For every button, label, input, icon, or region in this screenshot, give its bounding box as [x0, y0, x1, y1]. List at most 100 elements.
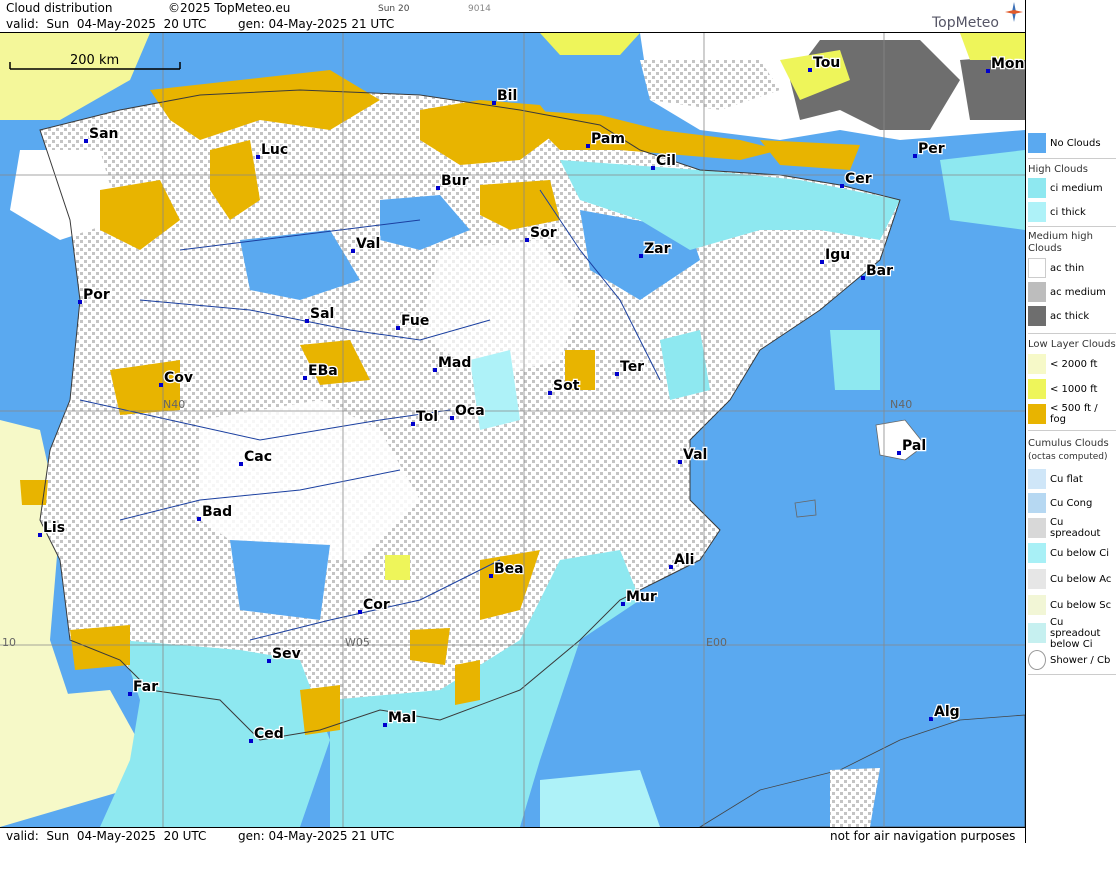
city-marker[interactable]: [239, 462, 243, 466]
swatch: [1028, 595, 1046, 615]
city-label: San: [89, 126, 119, 142]
city-marker[interactable]: [267, 659, 271, 663]
swatch: [1028, 178, 1046, 198]
city-label: Luc: [261, 142, 288, 158]
city-label: EBa: [308, 363, 338, 379]
city-marker[interactable]: [586, 144, 590, 148]
city-marker[interactable]: [411, 422, 415, 426]
city-marker[interactable]: [128, 692, 132, 696]
legend-label: ci thick: [1050, 206, 1086, 218]
city-label: Pal: [902, 438, 926, 454]
city-label: Pam: [591, 131, 625, 147]
footer-bar: valid: Sun 04-May-2025 20 UTC gen: 04-Ma…: [0, 827, 1025, 843]
swatch: [1028, 623, 1046, 643]
city-marker[interactable]: [651, 166, 655, 170]
city-marker[interactable]: [450, 416, 454, 420]
city-marker[interactable]: [84, 139, 88, 143]
city-marker[interactable]: [159, 383, 163, 387]
city-label: Por: [83, 287, 110, 303]
city-marker[interactable]: [639, 254, 643, 258]
city-label: Bad: [202, 504, 232, 520]
city-label: Cer: [845, 171, 872, 187]
city-label: Igu: [825, 247, 850, 263]
city-marker[interactable]: [249, 739, 253, 743]
city-label: Lis: [43, 520, 65, 536]
legend-ac-thin: ac thin: [1028, 257, 1116, 279]
city-marker[interactable]: [913, 154, 917, 158]
city-label: Bar: [866, 263, 893, 279]
legend-label: Cu flat: [1050, 473, 1083, 485]
city-label: Cac: [244, 449, 272, 465]
city-marker[interactable]: [669, 565, 673, 569]
brand-logo-icon: [1005, 2, 1023, 22]
grid-label-w10: 10: [2, 636, 16, 649]
city-label: Sev: [272, 646, 301, 662]
city-label: Bil: [497, 88, 517, 104]
city-marker[interactable]: [436, 186, 440, 190]
city-label: Mal: [388, 710, 416, 726]
low-1000-area: [385, 555, 410, 580]
swatch: [1028, 282, 1046, 302]
legend-label: < 500 ft / fog: [1050, 403, 1098, 425]
legend-label: Cu below Ac: [1050, 573, 1112, 585]
city-marker[interactable]: [525, 238, 529, 242]
swatch: [1028, 258, 1046, 278]
city-marker[interactable]: [621, 602, 625, 606]
city-marker[interactable]: [615, 372, 619, 376]
valid-time: valid: Sun 04-May-2025 20 UTC: [6, 17, 207, 31]
legend-label: Cu Cong: [1050, 497, 1093, 509]
city-marker[interactable]: [678, 460, 682, 464]
city-label: Bur: [441, 173, 469, 189]
cloud-map[interactable]: N40 N40 W05 E00 10 200 km San Luc Bil Pam To…: [0, 33, 1025, 827]
city-marker[interactable]: [197, 517, 201, 521]
city-marker[interactable]: [820, 260, 824, 264]
swatch: [1028, 379, 1046, 399]
city-label: Cor: [363, 597, 390, 613]
swatch: [1028, 354, 1046, 374]
city-marker[interactable]: [358, 610, 362, 614]
swatch: [1028, 202, 1046, 222]
fog-area: [300, 685, 340, 735]
city-marker[interactable]: [897, 451, 901, 455]
city-label: Alg: [934, 704, 960, 720]
city-marker[interactable]: [303, 376, 307, 380]
city-marker[interactable]: [808, 68, 812, 72]
ci-medium-area: [830, 330, 880, 390]
brand-logo-text: TopMeteo: [932, 15, 999, 31]
city-label: Cov: [164, 370, 193, 386]
legend-panel: No Clouds High Clouds ci medium ci thick…: [1025, 0, 1117, 843]
city-marker[interactable]: [861, 276, 865, 280]
city-marker[interactable]: [383, 723, 387, 727]
legend-cu-cong: Cu Cong: [1028, 492, 1116, 514]
city-marker[interactable]: [489, 574, 493, 578]
city-marker[interactable]: [38, 533, 42, 537]
ci-medium-area: [940, 150, 1025, 230]
grid-label-n40: N40: [890, 398, 912, 411]
city-marker[interactable]: [929, 717, 933, 721]
legend-label: ac thick: [1050, 310, 1090, 322]
scale-label: 200 km: [70, 53, 119, 68]
city-marker[interactable]: [986, 69, 990, 73]
city-marker[interactable]: [492, 101, 496, 105]
city-marker[interactable]: [396, 326, 400, 330]
city-label: Tou: [813, 55, 840, 71]
legend-label: Cu spreadout below Ci: [1050, 616, 1101, 650]
ci-thick-area: [540, 770, 660, 827]
fog-area: [410, 628, 450, 665]
legend-ci-thick: ci thick: [1028, 201, 1116, 223]
city-marker[interactable]: [305, 319, 309, 323]
city-label: Mon: [991, 56, 1025, 72]
city-label: Bea: [494, 561, 524, 577]
city-marker[interactable]: [256, 155, 260, 159]
legend-label: Shower / Cb: [1050, 654, 1111, 666]
city-marker[interactable]: [548, 391, 552, 395]
city-marker[interactable]: [433, 368, 437, 372]
swatch: [1028, 133, 1046, 153]
city-marker[interactable]: [351, 249, 355, 253]
city-marker[interactable]: [840, 184, 844, 188]
legend-fog: < 500 ft / fog: [1028, 403, 1116, 425]
city-marker[interactable]: [78, 300, 82, 304]
city-label: Oca: [455, 403, 485, 419]
map-title: Cloud distribution: [6, 1, 113, 15]
legend-no-clouds: No Clouds: [1028, 132, 1116, 154]
